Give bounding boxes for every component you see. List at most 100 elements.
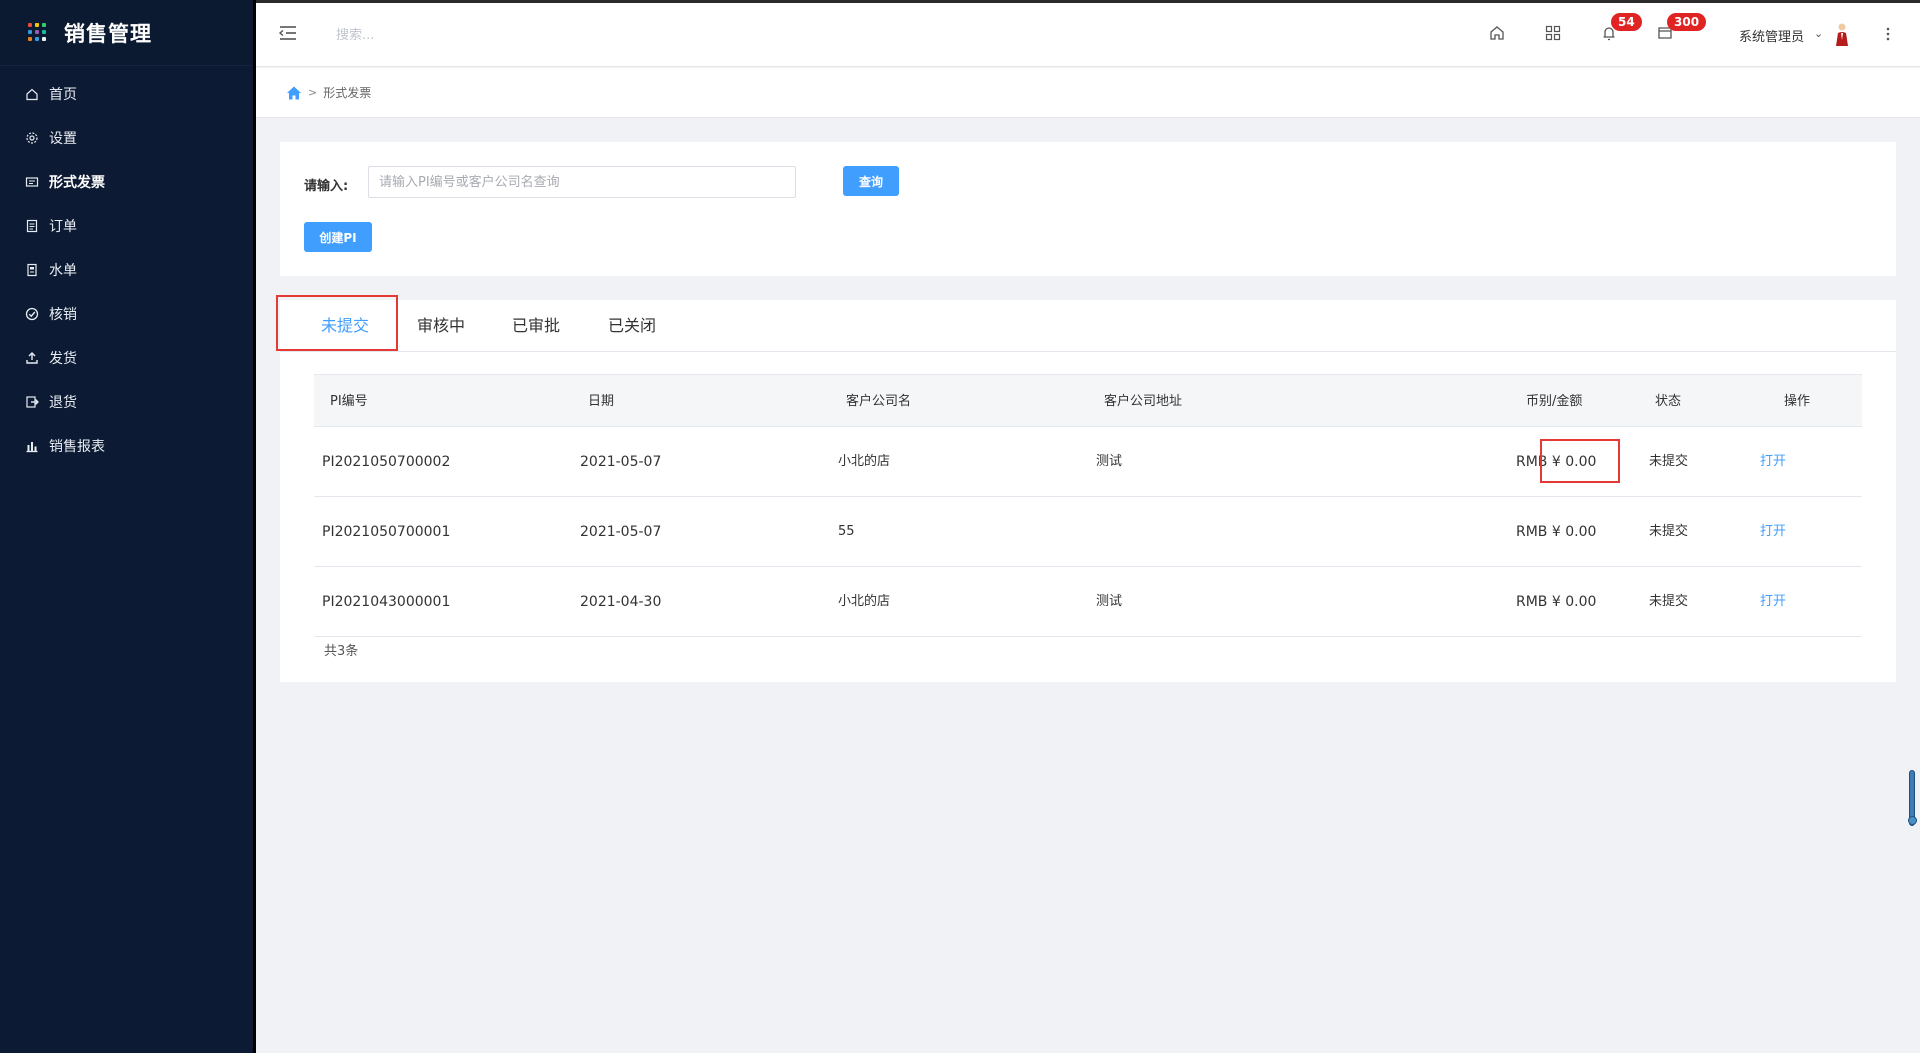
sidebar-item-5[interactable]: 核销 [0,292,256,336]
status-tabs: 未提交 审核中 已审批 已关闭 [276,295,1896,352]
app-grid-icon[interactable] [28,22,48,43]
sidebar-item-label: 设置 [49,131,77,147]
check-circle-icon [25,307,39,321]
sidebar-menu: 首页设置形式发票订单水单核销发货退货销售报表 [0,72,256,468]
column-header-address: 客户公司地址 [1104,394,1183,409]
column-header-status: 状态 [1655,394,1682,409]
cell-pi-no: PI2021050700002 [322,454,451,470]
brand-dot [35,22,39,27]
avatar[interactable] [1834,22,1850,46]
return-icon [25,395,39,409]
brand-dot [28,22,32,27]
upload-icon [25,351,39,365]
cell-address: 测试 [1096,594,1123,609]
scrollbar-handle[interactable] [1908,816,1917,825]
open-link[interactable]: 打开 [1760,427,1786,497]
messages-badge: 300 [1667,13,1707,31]
cell-amount: RMB ¥ 0.00 [1516,594,1597,610]
tab-0[interactable]: 未提交 [300,300,390,352]
receipt-icon [25,263,39,277]
sidebar-item-label: 发货 [49,351,77,367]
cell-status: 未提交 [1649,524,1689,539]
cell-pi-no: PI2021043000001 [322,594,451,610]
pi-table: PI编号 日期 客户公司名 客户公司地址 币别/金额 状态 操作 PI20210… [314,374,1862,637]
more-vertical-icon[interactable] [1883,24,1893,44]
sidebar-item-label: 退货 [49,395,77,411]
open-link[interactable]: 打开 [1760,567,1786,637]
sidebar-item-label: 销售报表 [49,439,105,455]
message-icon[interactable]: 300 [1656,13,1707,42]
order-icon [25,219,39,233]
menu-toggle-icon[interactable] [278,24,298,42]
brand-dot [42,36,46,41]
brand-dot [42,22,46,27]
tab-1[interactable]: 审核中 [396,300,486,352]
brand-dot [35,36,39,41]
search-panel: 请输入: 查询 创建PI [280,142,1896,276]
sidebar: 销售管理 首页设置形式发票订单水单核销发货退货销售报表 [0,0,256,1053]
sidebar-item-label: 核销 [49,307,77,323]
cell-date: 2021-04-30 [580,594,662,610]
cell-status: 未提交 [1649,454,1689,469]
home-icon[interactable] [286,85,302,101]
tab-2[interactable]: 已审批 [491,300,581,352]
sidebar-item-label: 订单 [49,219,77,235]
cell-amount: RMB ¥ 0.00 [1516,524,1597,540]
sidebar-item-8[interactable]: 销售报表 [0,424,256,468]
cell-status: 未提交 [1649,594,1689,609]
sidebar-item-label: 水单 [49,263,77,279]
cell-company: 55 [838,524,855,539]
table-row: PI2021050700001 2021-05-07 55 RMB ¥ 0.00 未提交… [314,497,1862,567]
cell-amount: RMB ¥ 0.00 [1516,454,1597,470]
open-link[interactable]: 打开 [1760,497,1786,567]
cell-company: 小北的店 [838,594,891,609]
sidebar-item-7[interactable]: 退货 [0,380,256,424]
brand-dot [42,29,46,34]
table-row: PI2021050700002 2021-05-07 小北的店 测试 RMB ¥ 0.0… [314,427,1862,497]
sidebar-item-0[interactable]: 首页 [0,72,256,116]
chevron-down-icon[interactable]: ⌄ [1814,27,1823,40]
cell-pi-no: PI2021050700001 [322,524,451,540]
search-label: 请输入: [304,179,349,194]
cell-company: 小北的店 [838,454,891,469]
notifications-badge: 54 [1611,13,1642,31]
sidebar-item-4[interactable]: 水单 [0,248,256,292]
column-header-pi-no: PI编号 [330,394,368,409]
global-search-input[interactable] [336,22,596,48]
brand-dot [28,29,32,34]
bell-icon[interactable]: 54 [1600,13,1642,42]
breadcrumb-current: 形式发票 [323,86,372,100]
sidebar-item-6[interactable]: 发货 [0,336,256,380]
total-count: 共3条 [324,644,359,659]
gear-icon [25,131,39,145]
sidebar-item-1[interactable]: 设置 [0,116,256,160]
sidebar-item-3[interactable]: 订单 [0,204,256,248]
user-name[interactable]: 系统管理员 [1739,26,1804,45]
cell-address: 测试 [1096,454,1123,469]
home-icon[interactable] [1488,24,1506,42]
sidebar-item-2[interactable]: 形式发票 [0,160,256,204]
brand-dot [28,36,32,41]
column-header-amount: 币别/金额 [1526,394,1583,409]
breadcrumb-separator: > [308,86,318,99]
query-button[interactable]: 查询 [843,166,899,196]
create-pi-button[interactable]: 创建PI [304,222,372,252]
table-body: PI2021050700002 2021-05-07 小北的店 测试 RMB ¥ 0.0… [314,427,1862,637]
pi-search-input[interactable] [368,166,796,198]
app-title: 销售管理 [64,21,152,46]
column-header-company: 客户公司名 [846,394,912,409]
invoice-icon [25,175,39,189]
table-header: PI编号 日期 客户公司名 客户公司地址 币别/金额 状态 操作 [314,374,1862,427]
top-header: 54 300 系统管理员 ⌄ [256,0,1920,67]
table-row: PI2021043000001 2021-04-30 小北的店 测试 RMB ¥ 0.0… [314,567,1862,637]
tab-3[interactable]: 已关闭 [587,300,677,352]
breadcrumb: > 形式发票 [256,68,1920,118]
list-panel: 未提交 审核中 已审批 已关闭 PI编号 日期 客户公司名 客户公司地址 币别/金额 … [276,295,1896,682]
apps-grid-icon[interactable] [1544,24,1562,42]
sidebar-item-label: 首页 [49,87,77,103]
brand-dot [35,29,39,34]
sidebar-item-label: 形式发票 [49,175,105,191]
bar-chart-icon [25,439,39,453]
cell-date: 2021-05-07 [580,524,662,540]
column-header-date: 日期 [588,394,615,409]
